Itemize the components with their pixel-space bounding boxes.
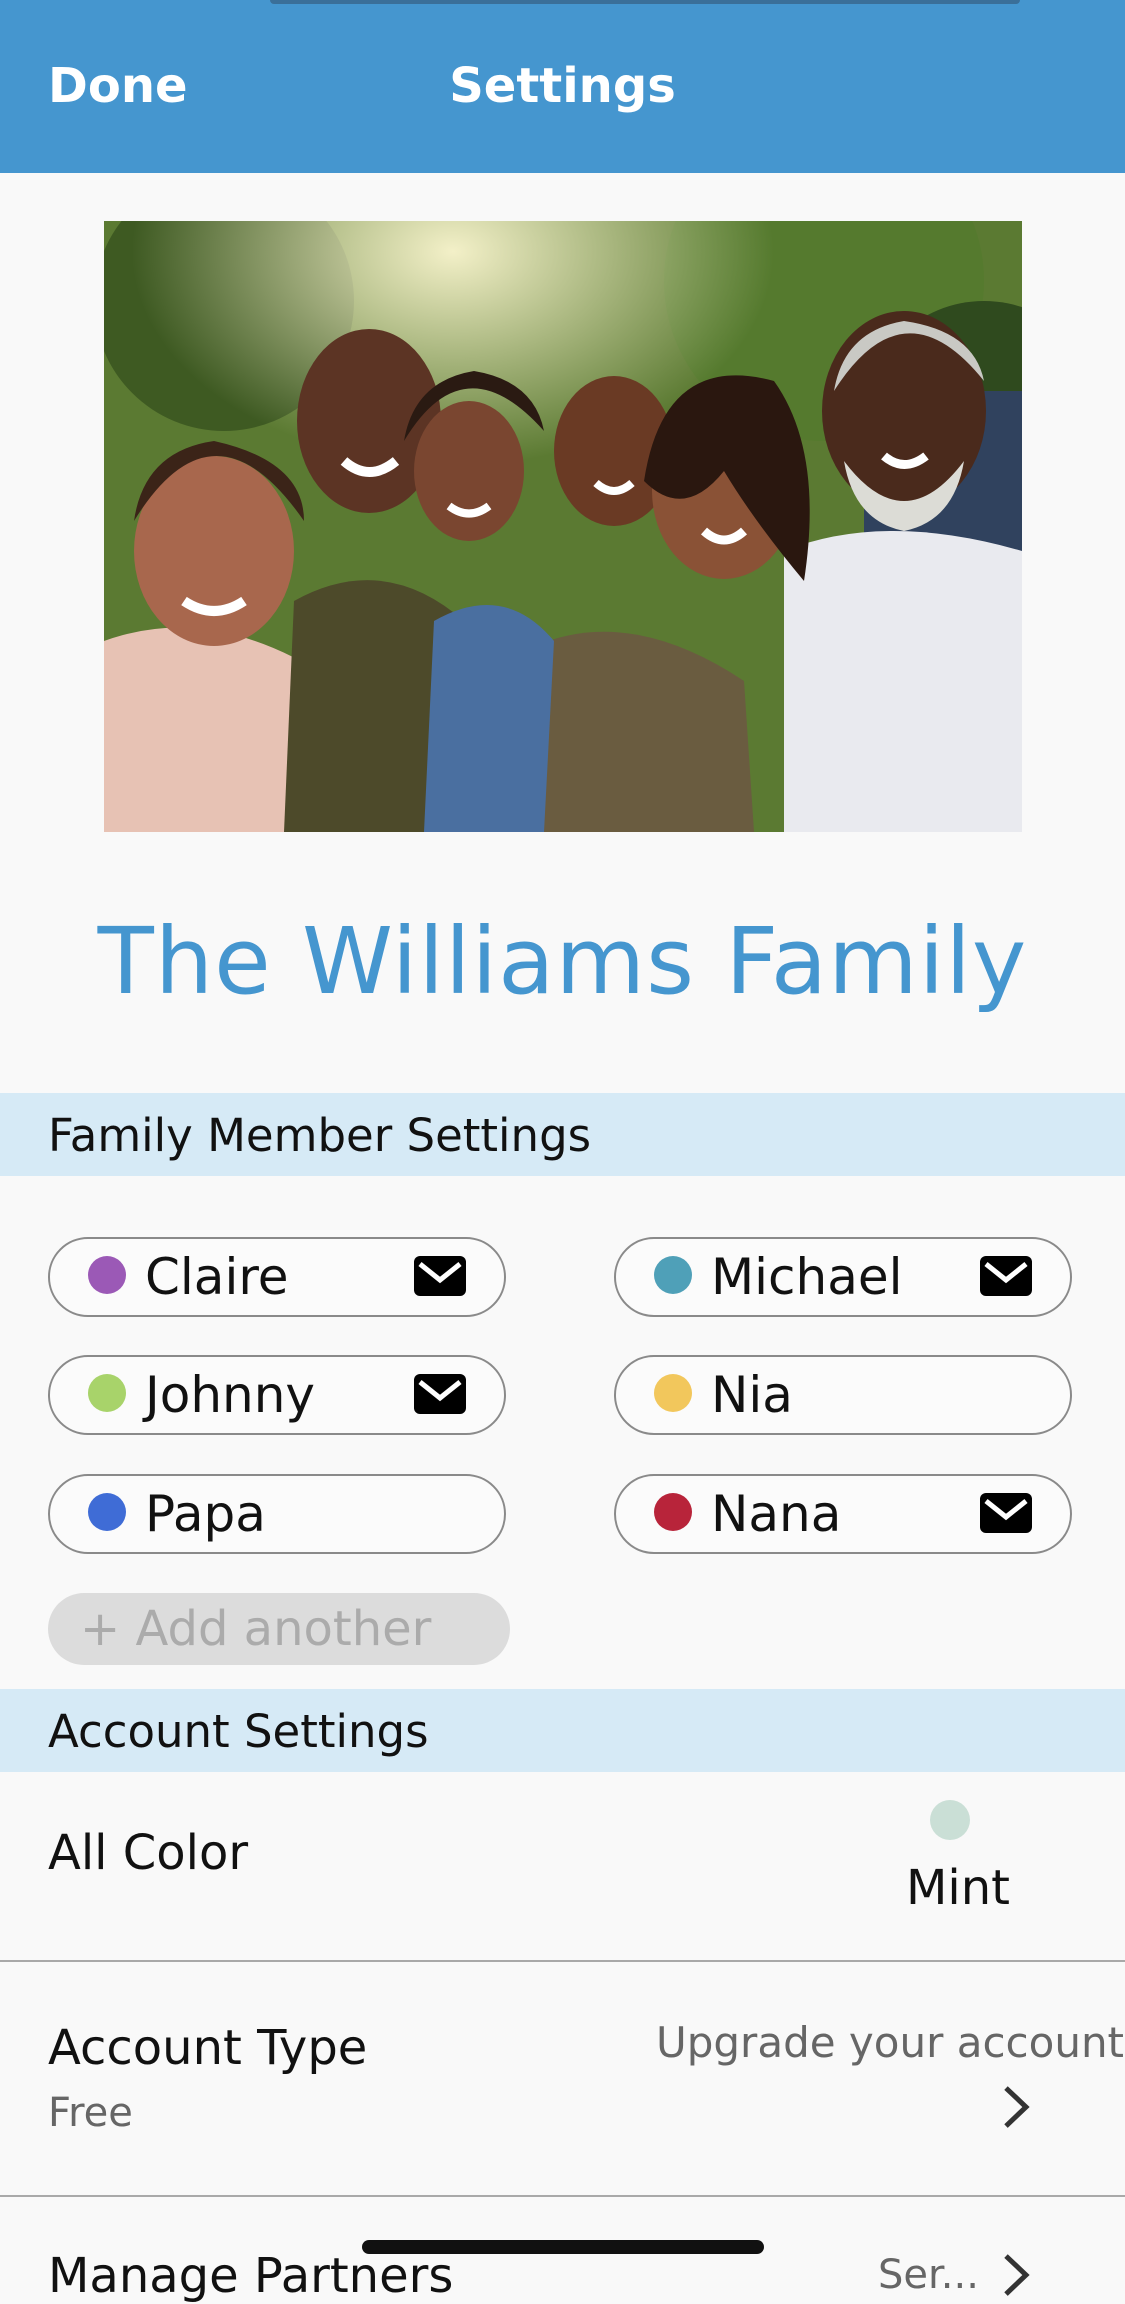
family-member-settings-header: Family Member Settings (0, 1093, 1125, 1176)
manage-partners-value: Ser... (878, 2252, 979, 2298)
member-chip-nia[interactable]: Nia (614, 1355, 1072, 1435)
member-chip-claire[interactable]: Claire (48, 1237, 506, 1317)
all-color-label: All Color (48, 1825, 249, 1881)
member-chip-papa[interactable]: Papa (48, 1474, 506, 1554)
member-name: Nia (711, 1366, 793, 1424)
chevron-right-icon[interactable] (1002, 2084, 1032, 2130)
member-name: Michael (711, 1248, 903, 1306)
section-title: Family Member Settings (48, 1109, 592, 1162)
member-color-dot (88, 1256, 126, 1294)
member-chip-michael[interactable]: Michael (614, 1237, 1072, 1317)
member-color-dot (88, 1493, 126, 1531)
family-name-title[interactable]: The Williams Family (0, 908, 1125, 1015)
account-settings-header: Account Settings (0, 1689, 1125, 1772)
home-indicator (362, 2240, 764, 2254)
member-name: Nana (711, 1485, 842, 1543)
member-name: Claire (145, 1248, 289, 1306)
mail-icon[interactable] (414, 1256, 466, 1296)
section-title: Account Settings (48, 1705, 429, 1758)
member-color-dot (654, 1374, 692, 1412)
status-notch (270, 0, 1020, 4)
member-name: Johnny (145, 1366, 315, 1424)
chevron-right-icon[interactable] (1002, 2252, 1032, 2298)
member-color-dot (654, 1256, 692, 1294)
member-chip-nana[interactable]: Nana (614, 1474, 1072, 1554)
mail-icon[interactable] (980, 1493, 1032, 1533)
mail-icon[interactable] (980, 1256, 1032, 1296)
manage-partners-label: Manage Partners (48, 2248, 454, 2304)
member-color-dot (88, 1374, 126, 1412)
account-type-value: Free (48, 2090, 133, 2136)
all-color-value: Mint (906, 1860, 1010, 1916)
mint-color-swatch[interactable] (930, 1800, 970, 1840)
member-chip-johnny[interactable]: Johnny (48, 1355, 506, 1435)
page-title: Settings (449, 58, 676, 114)
add-another-member-button[interactable]: + Add another (48, 1593, 510, 1665)
top-nav-bar: Done Settings (0, 0, 1125, 173)
divider (0, 1960, 1125, 1962)
family-photo[interactable] (104, 221, 1022, 832)
divider (0, 2195, 1125, 2197)
account-type-label: Account Type (48, 2020, 368, 2076)
member-color-dot (654, 1493, 692, 1531)
add-another-label: + Add another (80, 1601, 432, 1657)
upgrade-account-link[interactable]: Upgrade your account (656, 2018, 1124, 2067)
mail-icon[interactable] (414, 1374, 466, 1414)
member-name: Papa (145, 1485, 266, 1543)
